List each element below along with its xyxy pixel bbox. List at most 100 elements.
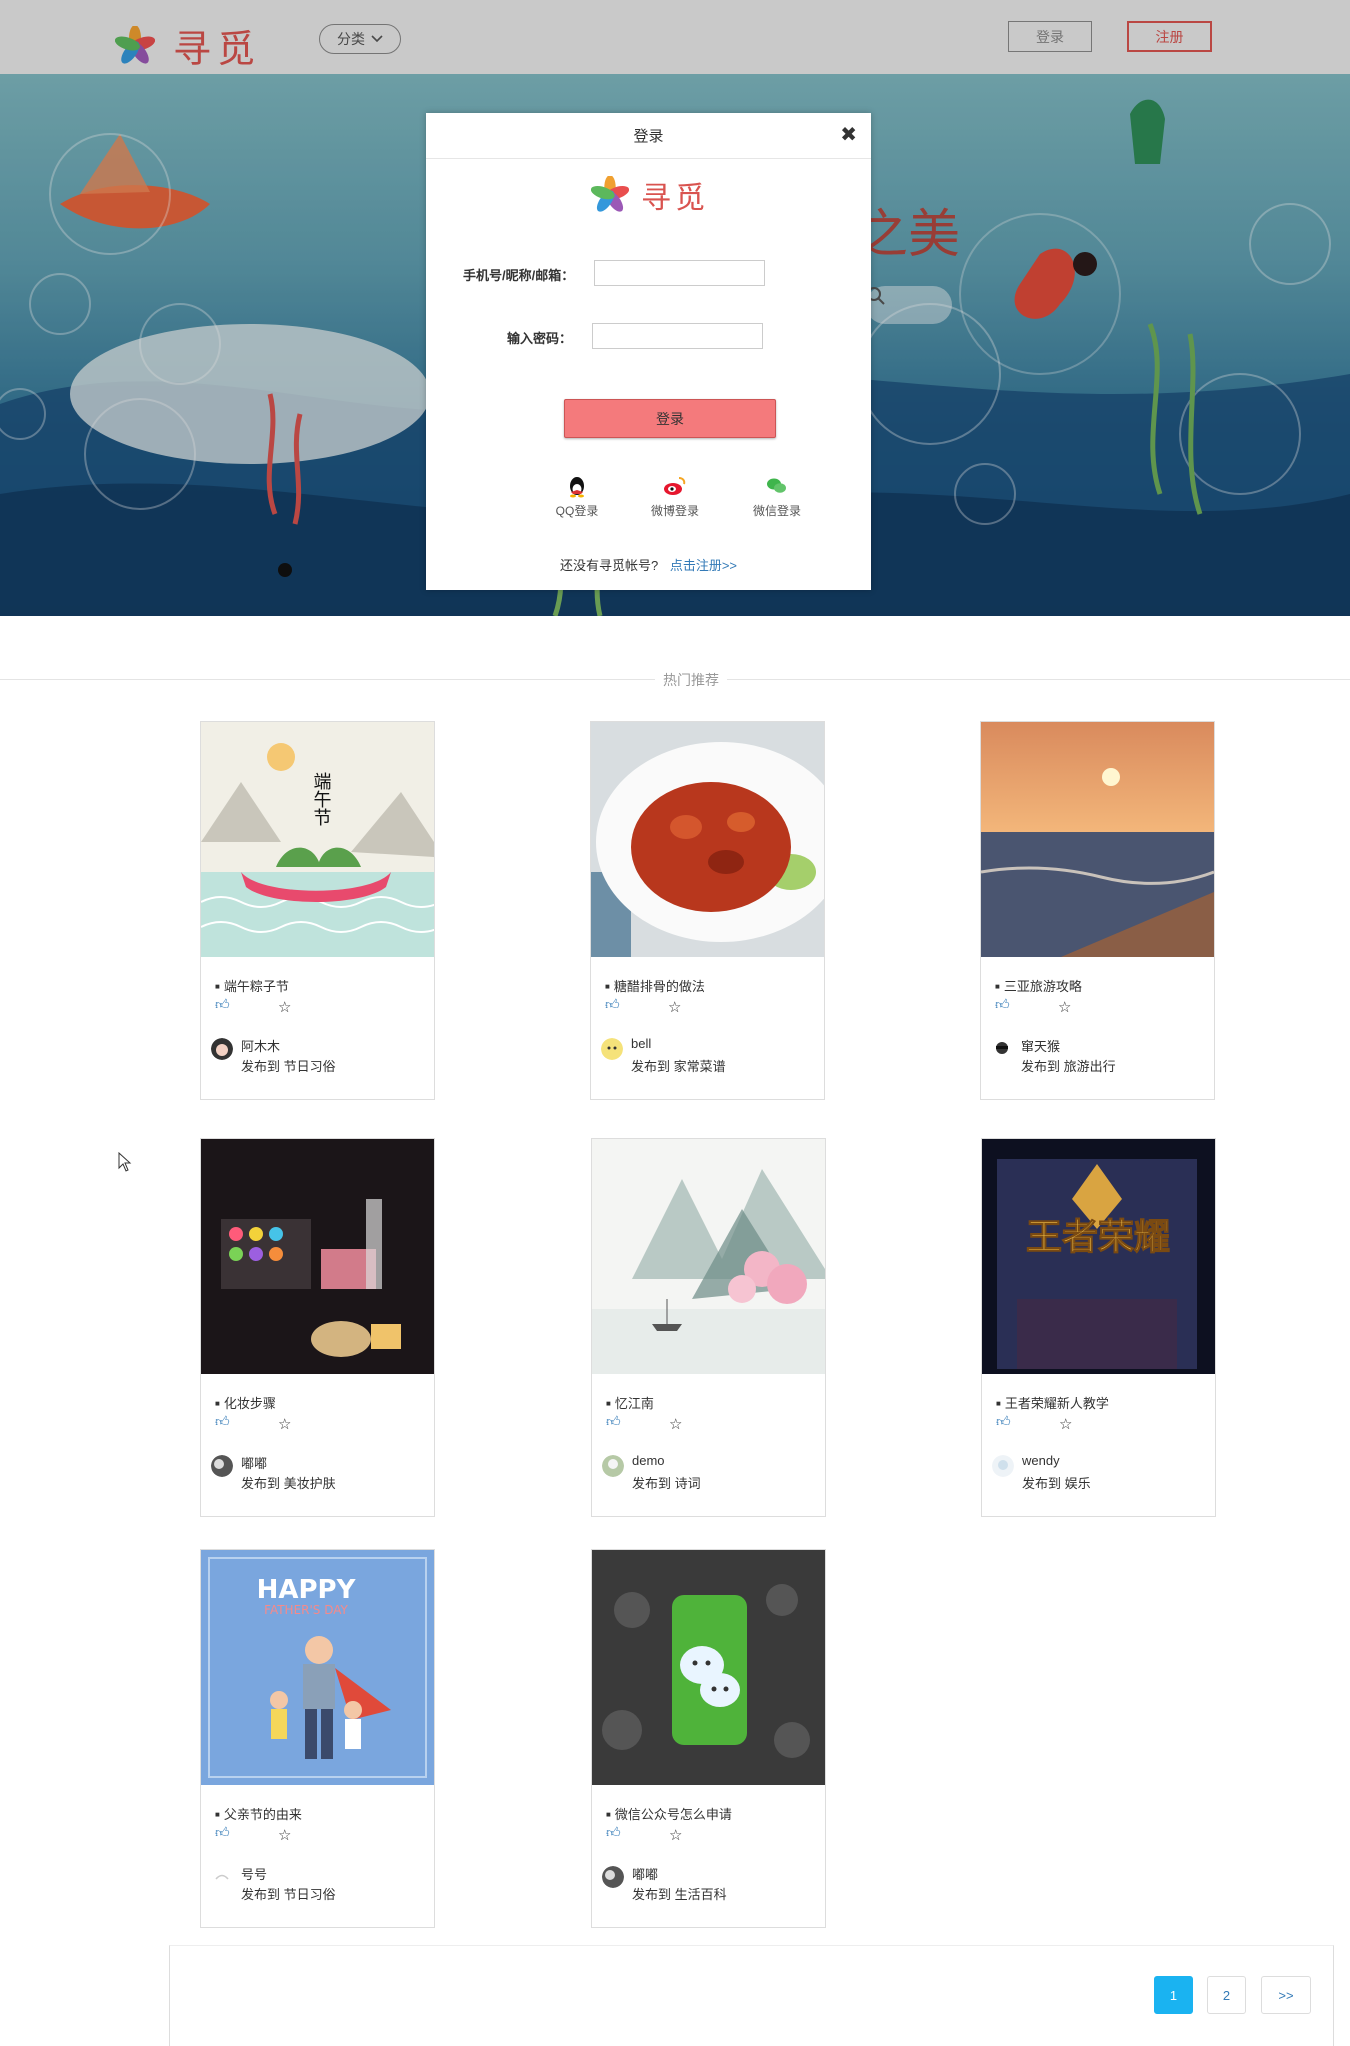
avatar[interactable]: [992, 1455, 1014, 1477]
close-icon[interactable]: ✖: [840, 125, 857, 145]
author-name[interactable]: 号号: [241, 1864, 267, 1883]
modal-brand-name: 寻觅: [641, 181, 709, 216]
star-icon[interactable]: ☆: [278, 998, 291, 1016]
login-submit-button[interactable]: 登录: [564, 399, 776, 438]
fathers-day-poster: HAPPY FATHER'S DAY: [201, 1550, 434, 1785]
qq-login-button[interactable]: QQ登录: [542, 474, 612, 519]
post-image[interactable]: [592, 1139, 825, 1374]
pinwheel-logo-icon: [591, 176, 629, 212]
qq-login-label: QQ登录: [555, 504, 599, 518]
ink-landscape-painting: [592, 1139, 825, 1374]
post-category[interactable]: 发布到 诗词: [632, 1473, 701, 1492]
post-category[interactable]: 发布到 美妆护肤: [241, 1473, 336, 1492]
avatar[interactable]: [602, 1866, 624, 1888]
page-2-button[interactable]: 2: [1207, 1976, 1246, 2014]
star-icon[interactable]: ☆: [278, 1415, 291, 1433]
register-link[interactable]: 点击注册>>: [670, 558, 737, 573]
post-title[interactable]: 忆江南: [606, 1393, 654, 1412]
post-category[interactable]: 发布到 娱乐: [1022, 1473, 1091, 1492]
author-name[interactable]: wendy: [1022, 1453, 1060, 1468]
account-input[interactable]: [594, 260, 765, 286]
dragon-boat-title: 端午节: [311, 772, 332, 826]
post-category[interactable]: 发布到 生活百科: [632, 1884, 727, 1903]
post-image[interactable]: [981, 722, 1214, 957]
dragon-boat-illustration: 端午节: [201, 722, 434, 957]
author-name[interactable]: demo: [632, 1453, 665, 1468]
password-label: 输入密码：: [507, 331, 573, 346]
post-card[interactable]: 糖醋排骨的做法 👍︎ ☆ bell 发布到 家常菜谱: [590, 721, 825, 1100]
post-title[interactable]: 三亚旅游攻略: [995, 976, 1082, 995]
thumbs-up-icon[interactable]: 👍︎: [606, 1824, 621, 1841]
avatar[interactable]: [211, 1038, 233, 1060]
post-title[interactable]: 糖醋排骨的做法: [605, 976, 705, 995]
star-icon[interactable]: ☆: [669, 1415, 682, 1433]
avatar[interactable]: [211, 1455, 233, 1477]
avatar[interactable]: [601, 1038, 623, 1060]
account-label: 手机号/昵称/邮箱：: [463, 268, 575, 283]
post-card[interactable]: 三亚旅游攻略 👍︎ ☆ 窜天猴 发布到 旅游出行: [980, 721, 1215, 1100]
next-page-button[interactable]: >>: [1261, 1976, 1311, 2014]
page-1-button[interactable]: 1: [1154, 1976, 1193, 2014]
makeup-palette-photo: [201, 1139, 434, 1374]
post-category[interactable]: 发布到 家常菜谱: [631, 1056, 726, 1075]
modal-logo: 寻觅: [591, 173, 709, 217]
author-name[interactable]: 嘟嘟: [632, 1864, 658, 1883]
qq-penguin-icon: [570, 477, 584, 498]
avatar[interactable]: [602, 1455, 624, 1477]
star-icon[interactable]: ☆: [669, 1826, 682, 1844]
star-icon[interactable]: ☆: [668, 998, 681, 1016]
wechat-icon: [767, 478, 786, 493]
wechat-login-label: 微信登录: [752, 504, 801, 518]
fathers-day-subheading: FATHER'S DAY: [264, 1603, 348, 1617]
author-name[interactable]: bell: [631, 1036, 651, 1051]
thumbs-up-icon[interactable]: 👍︎: [215, 1413, 230, 1430]
wechat-app-illustration: [592, 1550, 825, 1785]
post-title[interactable]: 微信公众号怎么申请: [606, 1804, 732, 1823]
post-card[interactable]: 忆江南 👍︎ ☆ demo 发布到 诗词: [591, 1138, 826, 1517]
post-card[interactable]: 化妆步骤 👍︎ ☆ 嘟嘟 发布到 美妆护肤: [200, 1138, 435, 1517]
post-title[interactable]: 父亲节的由来: [215, 1804, 302, 1823]
weibo-login-label: 微博登录: [650, 504, 699, 518]
avatar[interactable]: [211, 1866, 233, 1888]
post-image[interactable]: [201, 1139, 434, 1374]
author-name[interactable]: 嘟嘟: [241, 1453, 267, 1472]
post-title[interactable]: 王者荣耀新人教学: [996, 1393, 1109, 1412]
register-prompt-text: 还没有寻觅帐号?: [559, 558, 659, 573]
post-category[interactable]: 发布到 旅游出行: [1021, 1056, 1116, 1075]
wechat-login-button[interactable]: 微信登录: [742, 474, 812, 519]
post-card[interactable]: 端午节 端午粽子节 👍︎ ☆ 阿木木 发布到 节日习俗: [200, 721, 435, 1100]
post-card[interactable]: 微信公众号怎么申请 👍︎ ☆ 嘟嘟 发布到 生活百科: [591, 1549, 826, 1928]
post-category[interactable]: 发布到 节日习俗: [241, 1884, 336, 1903]
weibo-icon: [664, 477, 686, 495]
thumbs-up-icon[interactable]: 👍︎: [995, 996, 1010, 1013]
section-title: 热门推荐: [655, 670, 727, 690]
register-prompt: 还没有寻觅帐号? 点击注册>>: [426, 555, 871, 574]
mouse-cursor-icon: [118, 1152, 132, 1172]
fathers-day-heading: HAPPY: [257, 1575, 357, 1605]
honor-of-kings-poster: 王者荣耀: [982, 1139, 1215, 1374]
star-icon[interactable]: ☆: [1059, 1415, 1072, 1433]
avatar[interactable]: [991, 1038, 1013, 1060]
post-image[interactable]: HAPPY FATHER'S DAY: [201, 1550, 434, 1785]
password-input[interactable]: [592, 323, 763, 349]
thumbs-up-icon[interactable]: 👍︎: [606, 1413, 621, 1430]
post-card[interactable]: 王者荣耀 王者荣耀新人教学 👍︎ ☆ wendy 发布到 娱乐: [981, 1138, 1216, 1517]
post-title[interactable]: 端午粽子节: [215, 976, 289, 995]
sunset-beach-photo: [981, 722, 1214, 957]
thumbs-up-icon[interactable]: 👍︎: [215, 1824, 230, 1841]
thumbs-up-icon[interactable]: 👍︎: [996, 1413, 1011, 1430]
author-name[interactable]: 窜天猴: [1021, 1036, 1060, 1055]
post-image[interactable]: 端午节: [201, 722, 434, 957]
post-card[interactable]: HAPPY FATHER'S DAY 父亲节的由来 👍︎ ☆ 号号 发布到 节日…: [200, 1549, 435, 1928]
thumbs-up-icon[interactable]: 👍︎: [605, 996, 620, 1013]
star-icon[interactable]: ☆: [278, 1826, 291, 1844]
weibo-login-button[interactable]: 微博登录: [640, 474, 710, 519]
post-image[interactable]: 王者荣耀: [982, 1139, 1215, 1374]
post-image[interactable]: [591, 722, 824, 957]
thumbs-up-icon[interactable]: 👍︎: [215, 996, 230, 1013]
post-category[interactable]: 发布到 节日习俗: [241, 1056, 336, 1075]
author-name[interactable]: 阿木木: [241, 1036, 280, 1055]
post-image[interactable]: [592, 1550, 825, 1785]
star-icon[interactable]: ☆: [1058, 998, 1071, 1016]
post-title[interactable]: 化妆步骤: [215, 1393, 276, 1412]
